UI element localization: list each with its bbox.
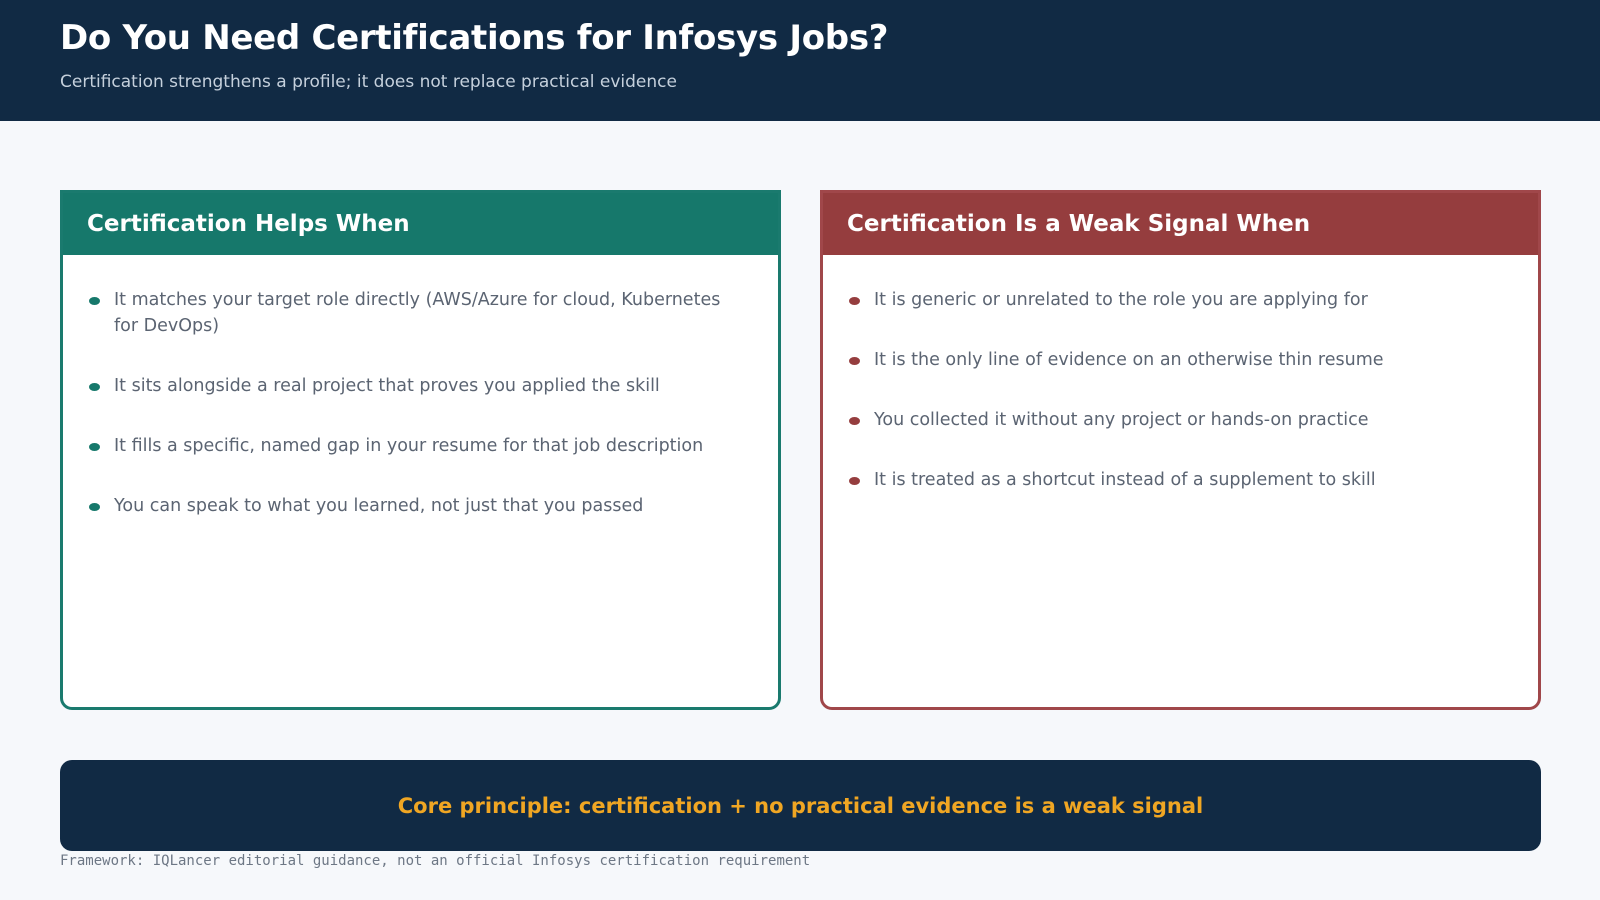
list-item-text: It sits alongside a real project that pr…: [114, 376, 660, 396]
list-item: You collected it without any project or …: [849, 407, 1498, 433]
list-item-text: It matches your target role directly (AW…: [114, 290, 721, 336]
list-item: It is the only line of evidence on an ot…: [849, 347, 1498, 373]
helps-card: Certification Helps When It matches your…: [60, 190, 781, 710]
page-subtitle: Certification strengthens a profile; it …: [60, 72, 677, 92]
core-principle-banner: Core principle: certification + no pract…: [60, 760, 1541, 851]
source-footnote: Framework: IQLancer editorial guidance, …: [60, 853, 811, 869]
list-item: It matches your target role directly (AW…: [89, 287, 738, 339]
list-item-text: You can speak to what you learned, not j…: [114, 496, 644, 516]
weak-signal-card-heading: Certification Is a Weak Signal When: [823, 193, 1538, 255]
list-item-text: It fills a specific, named gap in your r…: [114, 436, 704, 456]
bullet-dot-icon: [849, 297, 860, 305]
list-item-text: You collected it without any project or …: [874, 410, 1369, 430]
bullet-dot-icon: [89, 443, 100, 451]
weak-signal-card: Certification Is a Weak Signal When It i…: [820, 190, 1541, 710]
bullet-dot-icon: [849, 477, 860, 485]
list-item: It sits alongside a real project that pr…: [89, 373, 738, 399]
bullet-dot-icon: [89, 383, 100, 391]
core-principle-text: Core principle: certification + no pract…: [397, 793, 1204, 818]
page-title: Do You Need Certifications for Infosys J…: [60, 18, 889, 58]
header-bar: Do You Need Certifications for Infosys J…: [0, 0, 1600, 121]
bullet-dot-icon: [89, 503, 100, 511]
list-item-text: It is treated as a shortcut instead of a…: [874, 470, 1376, 490]
list-item: You can speak to what you learned, not j…: [89, 493, 738, 519]
bullet-dot-icon: [849, 357, 860, 365]
weak-signal-list: It is generic or unrelated to the role y…: [823, 255, 1538, 493]
bullet-dot-icon: [89, 297, 100, 305]
list-item: It is generic or unrelated to the role y…: [849, 287, 1498, 313]
list-item: It fills a specific, named gap in your r…: [89, 433, 738, 459]
helps-list: It matches your target role directly (AW…: [63, 255, 778, 519]
list-item: It is treated as a shortcut instead of a…: [849, 467, 1498, 493]
helps-card-heading: Certification Helps When: [63, 193, 778, 255]
list-item-text: It is the only line of evidence on an ot…: [874, 350, 1384, 370]
bullet-dot-icon: [849, 417, 860, 425]
list-item-text: It is generic or unrelated to the role y…: [874, 290, 1368, 310]
